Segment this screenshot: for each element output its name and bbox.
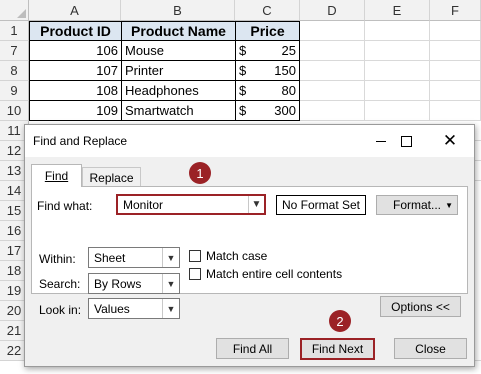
currency-symbol: $	[239, 63, 247, 78]
minimize-icon[interactable]	[371, 131, 391, 151]
column-header-d[interactable]: D	[300, 0, 365, 21]
step-marker-2: 2	[329, 310, 351, 332]
column-header-b[interactable]: B	[121, 0, 235, 21]
chevron-down-icon[interactable]: ▼	[162, 299, 179, 318]
cell-price[interactable]: $ 150	[236, 61, 300, 81]
search-select[interactable]: By Rows ▼	[88, 273, 180, 294]
header-price[interactable]: Price	[236, 21, 300, 41]
tab-find[interactable]: Find	[31, 164, 82, 187]
look-in-value: Values	[94, 301, 130, 316]
find-replace-dialog: Find and Replace ✕ Find Replace 1 Find w…	[24, 124, 475, 367]
empty-cell[interactable]	[300, 101, 365, 121]
close-button[interactable]: Close	[394, 338, 467, 359]
empty-cell[interactable]	[430, 41, 481, 61]
empty-cell[interactable]	[365, 41, 430, 61]
column-header-c[interactable]: C	[235, 0, 300, 21]
column-header-f[interactable]: F	[430, 0, 481, 21]
cell-product-name[interactable]: Smartwatch	[122, 101, 236, 121]
price-value: 80	[281, 83, 296, 98]
chevron-down-icon[interactable]: ▼	[162, 274, 179, 293]
empty-cell[interactable]	[430, 101, 481, 121]
header-product-name[interactable]: Product Name	[122, 21, 236, 41]
find-what-value: Monitor	[123, 197, 164, 212]
cell-product-id[interactable]: 109	[29, 101, 122, 121]
format-button-label: Format...	[392, 198, 441, 212]
empty-cell[interactable]	[365, 61, 430, 81]
no-format-set-box: No Format Set	[276, 195, 366, 215]
row-header[interactable]: 7	[0, 41, 29, 61]
search-label: Search:	[39, 277, 81, 291]
cell-product-id[interactable]: 107	[29, 61, 122, 81]
within-value: Sheet	[94, 250, 126, 265]
price-value: 25	[281, 43, 296, 58]
cell-product-name[interactable]: Headphones	[122, 81, 236, 101]
currency-symbol: $	[239, 83, 247, 98]
currency-symbol: $	[239, 43, 247, 58]
cell-product-name[interactable]: Printer	[122, 61, 236, 81]
chevron-down-icon: ▼	[445, 200, 453, 210]
cell-product-id[interactable]: 108	[29, 81, 122, 101]
empty-cell[interactable]	[300, 41, 365, 61]
cell-price[interactable]: $ 300	[236, 101, 300, 121]
row-header[interactable]: 1	[0, 21, 29, 41]
empty-cell[interactable]	[430, 61, 481, 81]
within-label: Within:	[39, 252, 76, 266]
step-marker-1: 1	[189, 162, 211, 184]
match-case-checkbox[interactable]	[189, 250, 201, 262]
dialog-title: Find and Replace	[33, 134, 128, 148]
dialog-titlebar[interactable]: Find and Replace ✕	[25, 125, 474, 157]
tab-find-label: Find	[44, 169, 69, 183]
price-value: 300	[274, 103, 296, 118]
cell-price[interactable]: $ 80	[236, 81, 300, 101]
select-all-corner[interactable]	[0, 0, 29, 21]
chevron-down-icon[interactable]: ▼	[248, 196, 264, 213]
empty-cell[interactable]	[300, 81, 365, 101]
price-value: 150	[274, 63, 296, 78]
empty-cell[interactable]	[300, 21, 365, 41]
match-entire-label[interactable]: Match entire cell contents	[206, 267, 342, 281]
chevron-down-icon[interactable]: ▼	[162, 248, 179, 267]
options-button[interactable]: Options <<	[380, 296, 461, 317]
look-in-select[interactable]: Values ▼	[88, 298, 180, 319]
format-button[interactable]: Format... ▼	[376, 195, 458, 215]
find-what-input[interactable]: Monitor ▼	[116, 194, 266, 215]
empty-cell[interactable]	[365, 81, 430, 101]
row-header[interactable]: 10	[0, 101, 29, 121]
cell-product-id[interactable]: 106	[29, 41, 122, 61]
empty-cell[interactable]	[365, 101, 430, 121]
find-all-button[interactable]: Find All	[216, 338, 289, 359]
empty-cell[interactable]	[430, 21, 481, 41]
tab-replace[interactable]: Replace	[82, 167, 141, 187]
header-product-id[interactable]: Product ID	[29, 21, 122, 41]
column-header-e[interactable]: E	[365, 0, 430, 21]
tab-replace-label: Replace	[89, 170, 134, 185]
cell-product-name[interactable]: Mouse	[122, 41, 236, 61]
match-entire-checkbox[interactable]	[189, 268, 201, 280]
find-next-button[interactable]: Find Next	[300, 338, 375, 360]
look-in-label: Look in:	[39, 303, 82, 317]
cell-price[interactable]: $ 25	[236, 41, 300, 61]
row-header[interactable]: 9	[0, 81, 29, 101]
row-header[interactable]: 8	[0, 61, 29, 81]
empty-cell[interactable]	[300, 61, 365, 81]
empty-cell[interactable]	[365, 21, 430, 41]
find-what-label: Find what:	[37, 199, 93, 213]
maximize-icon[interactable]	[396, 131, 416, 151]
match-case-label[interactable]: Match case	[206, 249, 267, 263]
column-header-a[interactable]: A	[29, 0, 121, 21]
close-icon[interactable]: ✕	[440, 131, 460, 151]
empty-cell[interactable]	[430, 81, 481, 101]
search-value: By Rows	[94, 276, 142, 291]
within-select[interactable]: Sheet ▼	[88, 247, 180, 268]
currency-symbol: $	[239, 103, 247, 118]
